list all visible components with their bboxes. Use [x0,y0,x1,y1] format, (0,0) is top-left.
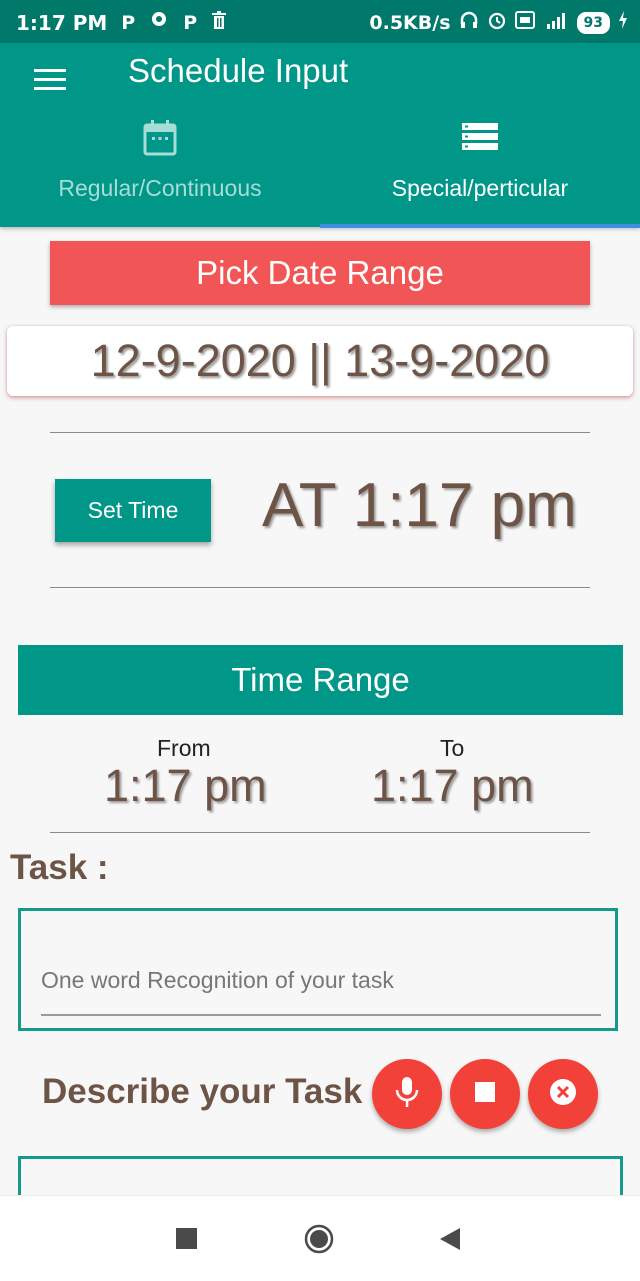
tab-label-regular: Regular/Continuous [58,175,262,201]
date-range-card: 12-9-2020 || 13-9-2020 [7,326,633,396]
chat-icon [149,11,169,34]
at-time-display: AT 1:17 pm [262,471,577,540]
tab-indicator [320,224,640,228]
mic-icon [394,1075,420,1114]
date-range-text: 12-9-2020 || 13-9-2020 [90,335,550,386]
signal-icon [543,10,569,35]
headphones-icon [459,10,479,35]
from-time[interactable]: 1:17 pm [104,760,267,812]
divider [50,432,590,433]
time-range-header: Time Range [18,645,623,715]
divider [50,587,590,588]
navigation-bar [0,1195,640,1281]
notification-p-icon-2: P [183,11,198,34]
mic-button[interactable] [372,1059,442,1129]
stop-icon [474,1081,496,1108]
app-title: Schedule Input [128,52,349,89]
status-bar: 1:17 PM P P 0.5KB/s 93 [0,0,640,43]
pick-date-range-button[interactable]: Pick Date Range [50,241,590,305]
task-box [18,908,618,1031]
describe-label: Describe your Task : [42,1072,384,1111]
close-icon [548,1077,578,1112]
recents-button[interactable] [176,1228,197,1254]
back-button[interactable] [440,1228,460,1255]
home-button[interactable] [304,1224,334,1259]
set-time-button[interactable]: Set Time [55,479,211,542]
clear-button[interactable] [528,1059,598,1129]
network-speed: 0.5KB/s [369,11,451,34]
clock: 1:17 PM [16,10,108,35]
volte-icon [514,10,535,35]
battery-level: 93 [576,11,610,34]
alarm-icon [487,10,507,35]
to-time[interactable]: 1:17 pm [371,760,534,812]
task-input[interactable] [41,946,601,1016]
tab-special-particular[interactable]: Special/perticular [320,113,640,227]
trash-icon [211,10,227,35]
app-bar: Schedule Input Regular/Continuous Specia… [0,43,640,227]
status-right: 0.5KB/s 93 [369,10,628,35]
calendar-icon [143,119,177,162]
divider [50,832,590,833]
from-label: From [157,735,211,761]
to-label: To [440,735,465,761]
tab-regular-continuous[interactable]: Regular/Continuous [0,113,320,227]
back-triangle-icon [440,1228,460,1254]
home-circle-icon [304,1224,334,1258]
tab-label-special: Special/perticular [391,175,569,201]
charging-icon [618,11,628,34]
notification-p-icon: P [121,11,136,34]
list-icon [461,119,499,158]
menu-icon[interactable] [34,69,66,91]
status-left: 1:17 PM P P [16,10,227,35]
square-icon [176,1228,197,1253]
task-label: Task : [10,848,109,887]
stop-button[interactable] [450,1059,520,1129]
